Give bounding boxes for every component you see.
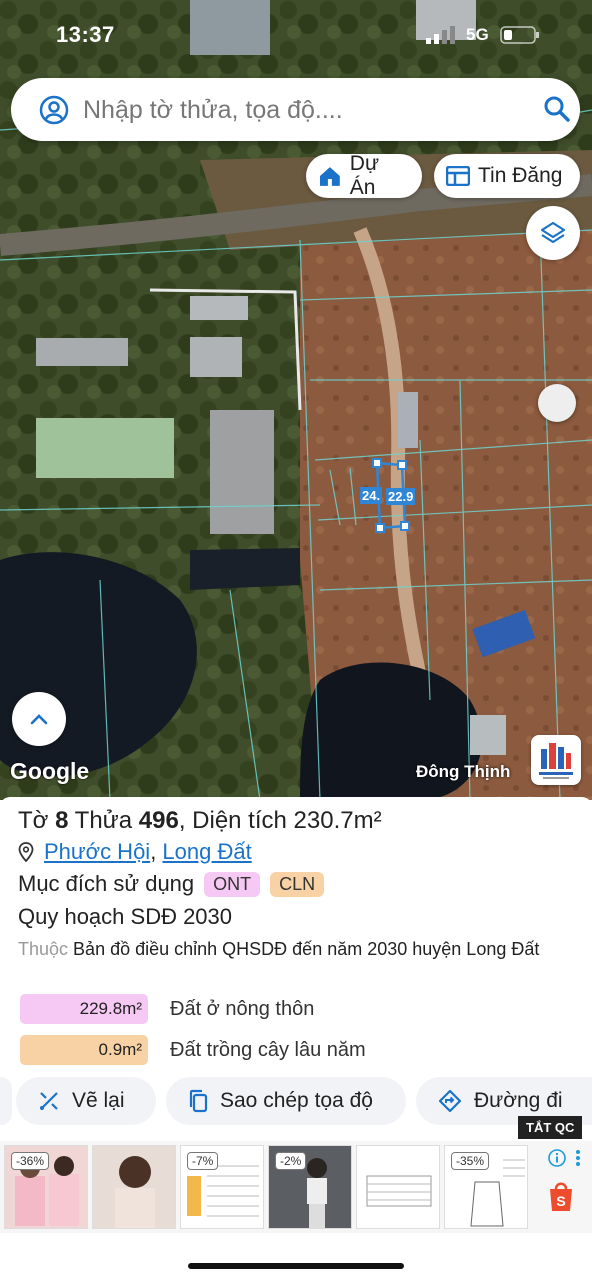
action-partial[interactable] — [0, 1077, 12, 1125]
zone-area-ont: 229.8m² — [20, 994, 148, 1024]
ad-product-image — [366, 1175, 432, 1207]
home-icon — [319, 167, 340, 186]
plan-source-prefix: Thuộc — [18, 939, 69, 959]
copy-coordinates-button[interactable]: Sao chép tọa độ — [166, 1077, 406, 1125]
tag-ont[interactable]: ONT — [204, 871, 261, 897]
tag-cln[interactable]: CLN — [270, 871, 325, 897]
satellite-map[interactable]: 24. 22.9 13:37 5G Dự Án — [0, 0, 592, 800]
zone-label-cln: Đất trồng cây lâu năm — [170, 1038, 366, 1061]
ad-banner[interactable]: -36% -7% -2% -35% S — [0, 1141, 592, 1233]
signal-icon — [426, 26, 455, 44]
user-icon[interactable] — [39, 95, 69, 125]
parcel-location: Phước Hội, Long Đất — [18, 839, 252, 865]
location-pin-icon — [18, 842, 34, 862]
shopee-icon[interactable]: S — [546, 1179, 576, 1213]
parcel-info-sheet: Tờ 8 Thửa 496, Diện tích 230.7m² Phước H… — [0, 797, 592, 1280]
search-bar[interactable] — [11, 78, 580, 141]
ad-item[interactable] — [356, 1145, 440, 1229]
chevron-up-icon — [30, 714, 48, 725]
search-icon[interactable] — [543, 95, 571, 123]
clock: 13:37 — [56, 22, 115, 47]
network-type: 5G — [466, 25, 489, 44]
listings-label: Tin Đăng — [478, 164, 563, 187]
redraw-button[interactable]: Vẽ lại — [16, 1077, 156, 1125]
ad-item[interactable]: -36% — [4, 1145, 88, 1229]
parcel-prefix: Thửa — [74, 807, 133, 834]
plan-source: Thuộc Bản đồ điều chỉnh QHSDĐ đến năm 20… — [18, 935, 578, 963]
copy-coordinates-label: Sao chép tọa độ — [220, 1089, 373, 1112]
ad-item[interactable]: -35% — [444, 1145, 528, 1229]
projects-label: Dự Án — [349, 152, 380, 199]
parcel-length-label: 22.9 — [386, 488, 416, 505]
plan-title: Quy hoạch SDĐ 2030 — [18, 904, 233, 929]
directions-icon — [438, 1089, 462, 1113]
opacity-slider-handle[interactable] — [538, 384, 576, 422]
google-attribution: Google — [10, 758, 90, 784]
discount-badge: -2% — [275, 1152, 307, 1170]
zone-area-cln: 0.9m² — [20, 1035, 148, 1065]
projects-button[interactable]: Dự Án — [306, 152, 422, 199]
ad-item[interactable] — [92, 1145, 176, 1229]
zone-label-ont: Đất ở nông thôn — [170, 997, 315, 1020]
district-link[interactable]: Long Đất — [162, 839, 251, 865]
land-use-purpose: Mục đích sử dụng ONT CLN — [18, 871, 325, 897]
status-bar: 13:37 5G — [0, 0, 592, 66]
parcel-area: , Diện tích 230.7m² — [178, 807, 382, 834]
parcel-title: Tờ 8 Thửa 496, Diện tích 230.7m² — [18, 807, 382, 835]
expand-button[interactable] — [12, 692, 66, 746]
city-logo-icon — [539, 743, 573, 779]
zone-row-ont: 229.8m² Đất ở nông thôn — [20, 994, 314, 1024]
redraw-icon — [40, 1092, 58, 1110]
purpose-label: Mục đích sử dụng — [18, 871, 195, 896]
listing-icon — [446, 166, 470, 186]
sheet-number: 8 — [55, 807, 69, 834]
discount-badge: -7% — [187, 1152, 219, 1170]
parcel-width-label: 24. — [360, 487, 383, 504]
directions-label: Đường đi — [474, 1089, 563, 1112]
ward-link[interactable]: Phước Hội — [44, 839, 150, 865]
plan-source-text: Bản đồ điều chỉnh QHSDĐ đến năm 2030 huy… — [73, 939, 540, 959]
svg-text:S: S — [556, 1193, 565, 1209]
ad-item[interactable]: -2% — [268, 1145, 352, 1229]
home-indicator[interactable] — [188, 1263, 404, 1269]
more-options-icon[interactable] — [574, 1149, 582, 1167]
search-input[interactable] — [83, 90, 523, 130]
zone-row-cln: 0.9m² Đất trồng cây lâu năm — [20, 1035, 366, 1065]
close-ad-button[interactable]: TẮT QC — [518, 1116, 583, 1139]
battery-icon — [500, 26, 539, 44]
discount-badge: -36% — [11, 1152, 50, 1170]
ad-product-image — [115, 1156, 155, 1228]
sheet-prefix: Tờ — [18, 807, 49, 834]
discount-badge: -35% — [451, 1152, 490, 1170]
ad-info-icon[interactable] — [548, 1149, 566, 1167]
place-label: Đông Thịnh — [416, 762, 511, 781]
layers-button[interactable] — [526, 206, 580, 260]
copy-icon — [189, 1089, 208, 1113]
parcel-number: 496 — [138, 807, 179, 834]
redraw-label: Vẽ lại — [72, 1089, 125, 1112]
layers-icon — [540, 221, 566, 244]
ad-item[interactable]: -7% — [180, 1145, 264, 1229]
listings-button[interactable]: Tin Đăng — [434, 154, 580, 198]
brand-logo[interactable] — [531, 735, 581, 785]
